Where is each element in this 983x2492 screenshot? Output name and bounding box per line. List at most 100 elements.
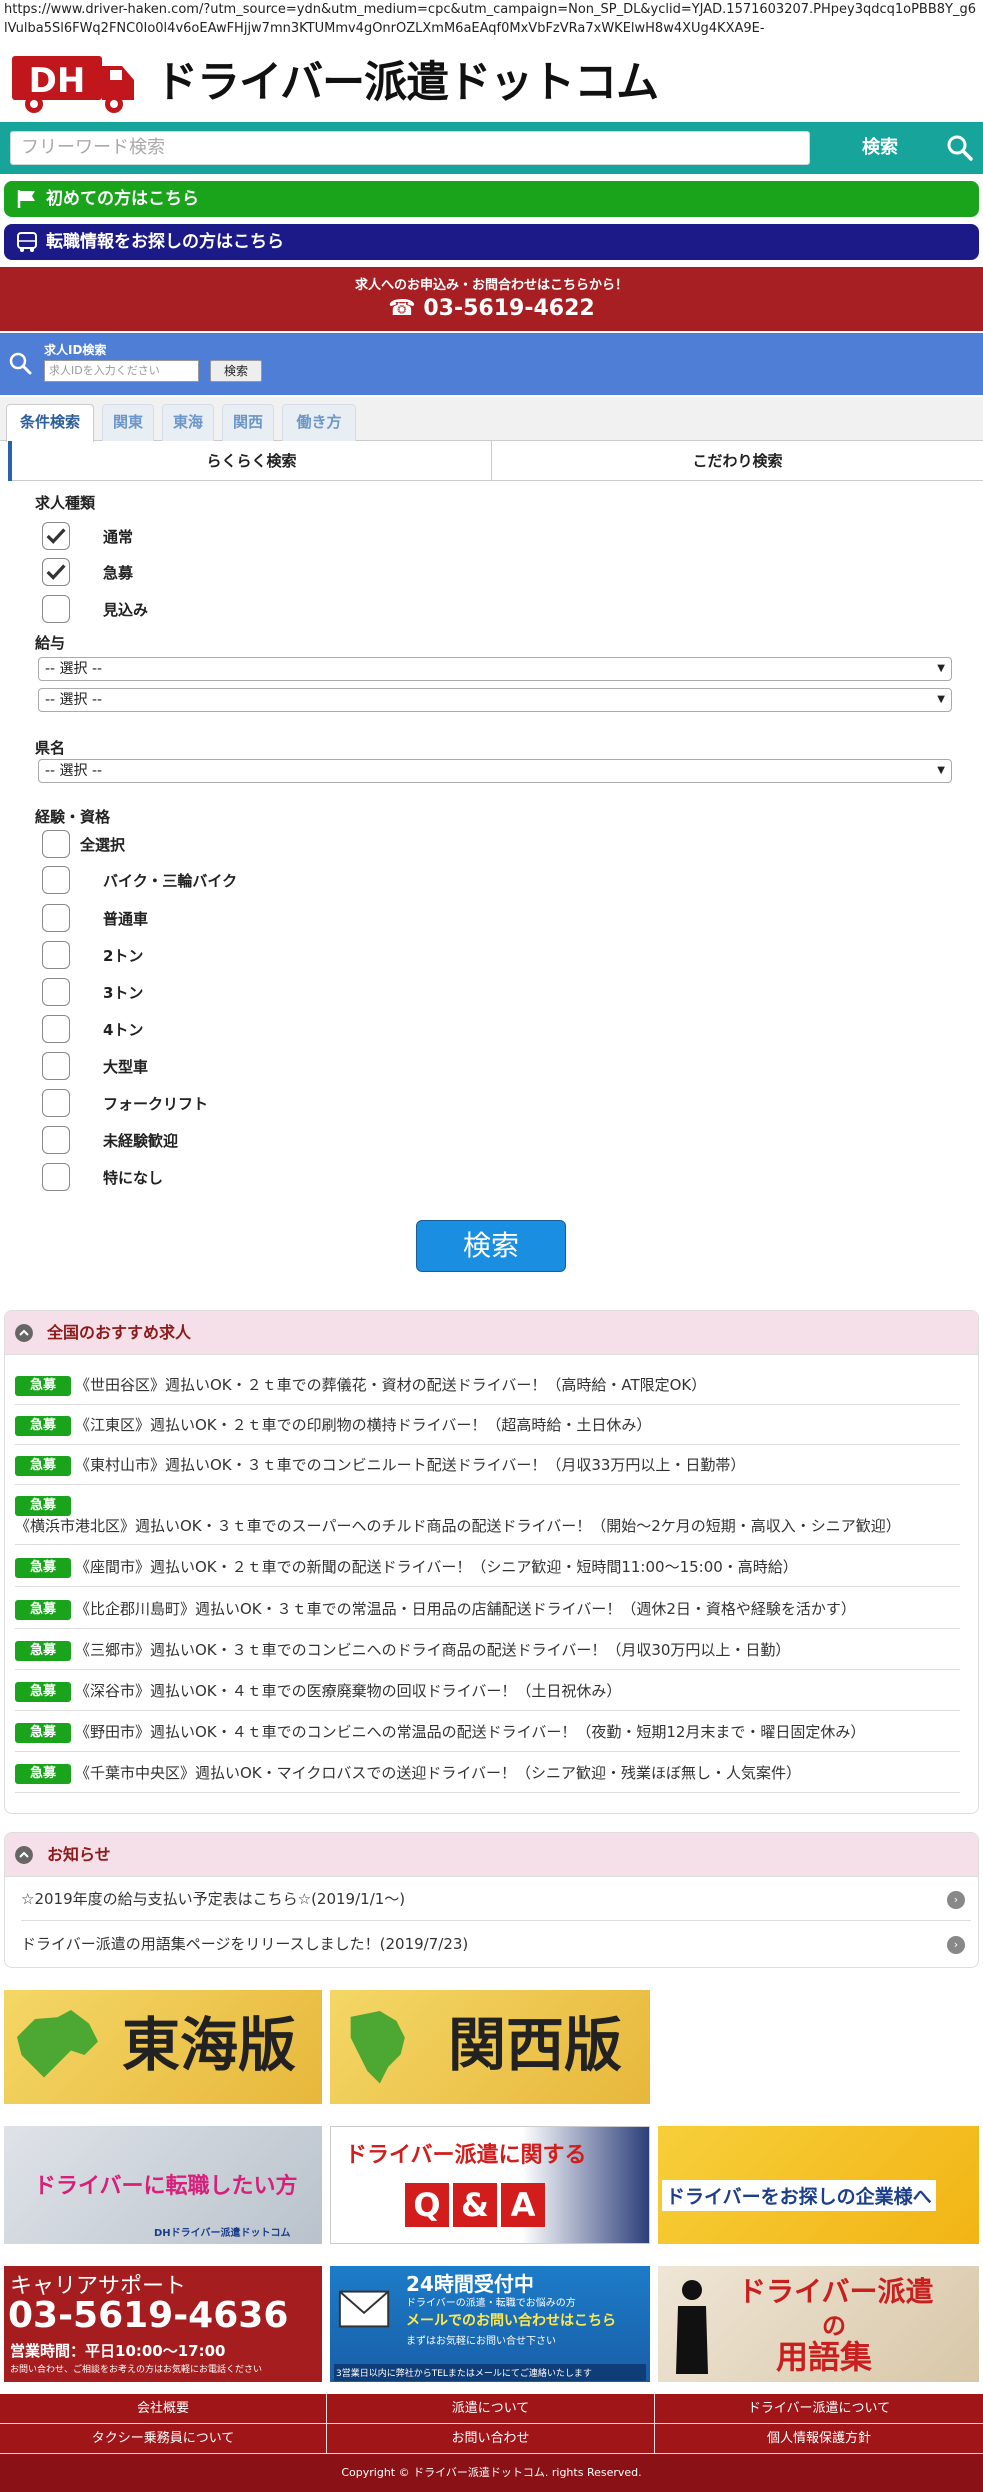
job-title: 《三郷市》週払いOK・３ｔ車でのコンビニへのドライ商品の配送ドライバー！（月収3… (75, 1641, 791, 1659)
checkmark-icon (46, 564, 66, 580)
urgent-badge: 急募 (15, 1376, 71, 1396)
id-search-button[interactable]: 検索 (210, 360, 262, 382)
mail-note: 3営業日以内に弊社からTELまたはメールにてご連絡いたします (334, 2364, 646, 2381)
experience-checkbox-all[interactable] (42, 830, 70, 858)
submit-search-button[interactable]: 検索 (416, 1220, 566, 1272)
site-logo[interactable]: DH ドライバー派遣ドットコム (10, 50, 659, 116)
job-title: 《深谷市》週払いOK・４ｔ車での医療廃棄物の回収ドライバー！（土日祝休み） (75, 1682, 622, 1700)
mail-contact-banner[interactable]: 24時間受付中 ドライバーの派遣・転職でお悩みの方 メールでのお問い合わせはこち… (330, 2266, 650, 2382)
urgent-badge: 急募 (15, 1496, 71, 1516)
experience-label-car: 普通車 (103, 910, 149, 928)
recommended-jobs-header[interactable]: 全国のおすすめ求人 (5, 1311, 978, 1355)
search-input[interactable]: フリーワード検索 (10, 131, 810, 165)
qa-banner[interactable]: ドライバー派遣に関する Q & A (330, 2126, 650, 2244)
tab-workstyle[interactable]: 働き方 (282, 404, 356, 441)
mail-sub1: ドライバーの派遣・転職でお悩みの方 (406, 2298, 576, 2309)
contact-banner[interactable]: 求人へのお申込み・お問合わせはこちらから！ ☎ 03-5619-4622 (0, 267, 983, 331)
tab-detail-search[interactable]: こだわり検索 (492, 441, 983, 481)
job-item[interactable]: 急募 《野田市》週払いOK・４ｔ車でのコンビニへの常温品の配送ドライバー！（夜勤・… (15, 1722, 960, 1752)
experience-checkbox-none[interactable] (42, 1163, 70, 1191)
tab-kansai[interactable]: 関西 (222, 404, 274, 441)
footer-link-taxi[interactable]: タクシー乗務員について (0, 2424, 327, 2454)
experience-label-3t: 3トン (103, 984, 144, 1002)
experience-label-none: 特になし (103, 1169, 164, 1187)
notice-item[interactable]: ☆2019年度の給与支払い予定表はこちら☆(2019/1/1～) › (21, 1877, 971, 1921)
job-type-urgent-checkbox[interactable] (42, 558, 70, 586)
urgent-badge: 急募 (15, 1641, 71, 1661)
experience-checkbox-forklift[interactable] (42, 1089, 70, 1117)
site-title: ドライバー派遣ドットコム (155, 58, 659, 108)
job-item[interactable]: 急募 《東村山市》週払いOK・３ｔ車でのコンビニルート配送ドライバー！（月収33万… (15, 1455, 960, 1485)
job-item[interactable]: 急募 《比企郡川島町》週払いOK・３ｔ車での常温品・日用品の店舗配送ドライバー！（… (15, 1599, 960, 1629)
experience-checkbox-bike[interactable] (42, 866, 70, 894)
recommended-jobs-title: 全国のおすすめ求人 (47, 1323, 192, 1342)
tokai-banner[interactable]: 東海版 (4, 1990, 322, 2104)
footer-link-driver-dispatch[interactable]: ドライバー派遣について (655, 2394, 983, 2424)
search-button[interactable]: 検索 (830, 131, 930, 165)
glossary-text-1: ドライバー派遣 (738, 2275, 934, 2308)
tab-condition[interactable]: 条件検索 (6, 404, 94, 442)
career-change-sub: DHドライバー派遣ドットコム (154, 2228, 291, 2239)
glossary-banner[interactable]: ドライバー派遣 の 用語集 (658, 2266, 979, 2382)
id-search-box: 求人ID検索 求人IDを入力ください 検索 (0, 333, 983, 395)
experience-label-forklift: フォークリフト (103, 1095, 209, 1113)
chevron-up-icon (15, 1324, 33, 1342)
chevron-up-icon (15, 1846, 33, 1864)
job-title: 《江東区》週払いOK・２ｔ車での印刷物の横持ドライバー！（超高時給・土日休み） (75, 1416, 652, 1434)
job-item[interactable]: 急募 《江東区》週払いOK・２ｔ車での印刷物の横持ドライバー！（超高時給・土日休み… (15, 1415, 960, 1445)
tab-kanto[interactable]: 関東 (102, 404, 154, 441)
recommended-jobs-panel: 全国のおすすめ求人 急募 《世田谷区》週払いOK・２ｔ車での葬儀花・資材の配送ドラ… (4, 1310, 979, 1814)
qa-a: A (501, 2183, 545, 2227)
tab-tokai[interactable]: 東海 (162, 404, 214, 441)
job-title: 《野田市》週払いOK・４ｔ車でのコンビニへの常温品の配送ドライバー！（夜勤・短期… (75, 1723, 866, 1741)
job-item[interactable]: 急募 《千葉市中央区》週払いOK・マイクロバスでの送迎ドライバー！（シニア歓迎・残… (15, 1763, 960, 1793)
search-tabs: 条件検索 関東 東海 関西 働き方 (0, 397, 983, 442)
experience-label-large: 大型車 (103, 1058, 149, 1076)
mail-sub3: まずはお気軽にお問い合せ下さい (406, 2336, 556, 2347)
career-support-phone[interactable]: 03-5619-4636 (8, 2294, 288, 2338)
experience-label: 経験・資格 (35, 808, 111, 826)
experience-checkbox-2t[interactable] (42, 941, 70, 969)
job-type-normal-checkbox[interactable] (42, 522, 70, 550)
salary-min-select[interactable]: -- 選択 -- ▼ (38, 657, 952, 681)
job-type-prospect-checkbox[interactable] (42, 595, 70, 623)
prefecture-select[interactable]: -- 選択 -- ▼ (38, 759, 952, 783)
kansai-banner[interactable]: 関西版 (330, 1990, 650, 2104)
company-banner[interactable]: ドライバーをお探しの企業様へ (658, 2126, 979, 2244)
career-support-banner[interactable]: キャリアサポート 03-5619-4636 営業時間：平日10:00～17:00… (4, 2266, 322, 2382)
logo-mark: DH (29, 61, 86, 101)
footer-link-dispatch[interactable]: 派遣について (327, 2394, 655, 2424)
job-item[interactable]: 急募《横浜市港北区》週払いOK・３ｔ車でのスーパーへのチルド商品の配送ドライバー… (15, 1495, 960, 1545)
experience-checkbox-4t[interactable] (42, 1015, 70, 1043)
experience-checkbox-beginner[interactable] (42, 1126, 70, 1154)
job-item[interactable]: 急募 《三郷市》週払いOK・３ｔ車でのコンビニへのドライ商品の配送ドライバー！（月… (15, 1640, 960, 1670)
footer-link-contact[interactable]: お問い合わせ (327, 2424, 655, 2454)
mail-icon (338, 2290, 390, 2328)
qa-title: ドライバー派遣に関する (345, 2143, 587, 2168)
tab-easy-search[interactable]: らくらく検索 (8, 441, 492, 481)
job-item[interactable]: 急募 《座間市》週払いOK・２ｔ車での新聞の配送ドライバー！（シニア歓迎・短時間1… (15, 1557, 960, 1587)
job-title: 《比企郡川島町》週払いOK・３ｔ車での常温品・日用品の店舗配送ドライバー！（週休… (75, 1600, 856, 1618)
first-time-label: 初めての方はこちら (46, 189, 199, 209)
search-icon[interactable] (946, 134, 974, 162)
notice-item[interactable]: ドライバー派遣の用語集ページをリリースしました！(2019/7/23) › (21, 1922, 971, 1966)
salary-max-select[interactable]: -- 選択 -- ▼ (38, 688, 952, 712)
notices-header[interactable]: お知らせ (5, 1833, 978, 1877)
job-change-link[interactable]: 転職情報をお探しの方はこちら (4, 224, 979, 260)
career-change-banner[interactable]: ドライバーに転職したい方 DHドライバー派遣ドットコム (4, 2126, 322, 2244)
first-time-link[interactable]: 初めての方はこちら (4, 181, 979, 217)
footer-link-privacy[interactable]: 個人情報保護方針 (655, 2424, 983, 2454)
job-item[interactable]: 急募 《深谷市》週払いOK・４ｔ車での医療廃棄物の回収ドライバー！（土日祝休み） (15, 1681, 960, 1711)
person-silhouette-icon (676, 2280, 708, 2374)
experience-checkbox-3t[interactable] (42, 978, 70, 1006)
truck-logo-icon: DH (12, 56, 134, 113)
tokai-banner-text: 東海版 (122, 2011, 297, 2079)
job-item[interactable]: 急募 《世田谷区》週払いOK・２ｔ車での葬儀花・資材の配送ドライバー！（高時給・A… (15, 1375, 960, 1405)
footer-link-company[interactable]: 会社概要 (0, 2394, 327, 2424)
contact-phone[interactable]: ☎ 03-5619-4622 (0, 296, 983, 321)
experience-checkbox-car[interactable] (42, 904, 70, 932)
prefecture-label: 県名 (35, 739, 66, 757)
urgent-badge: 急募 (15, 1416, 71, 1436)
experience-checkbox-large[interactable] (42, 1052, 70, 1080)
id-search-input[interactable]: 求人IDを入力ください (44, 360, 199, 382)
